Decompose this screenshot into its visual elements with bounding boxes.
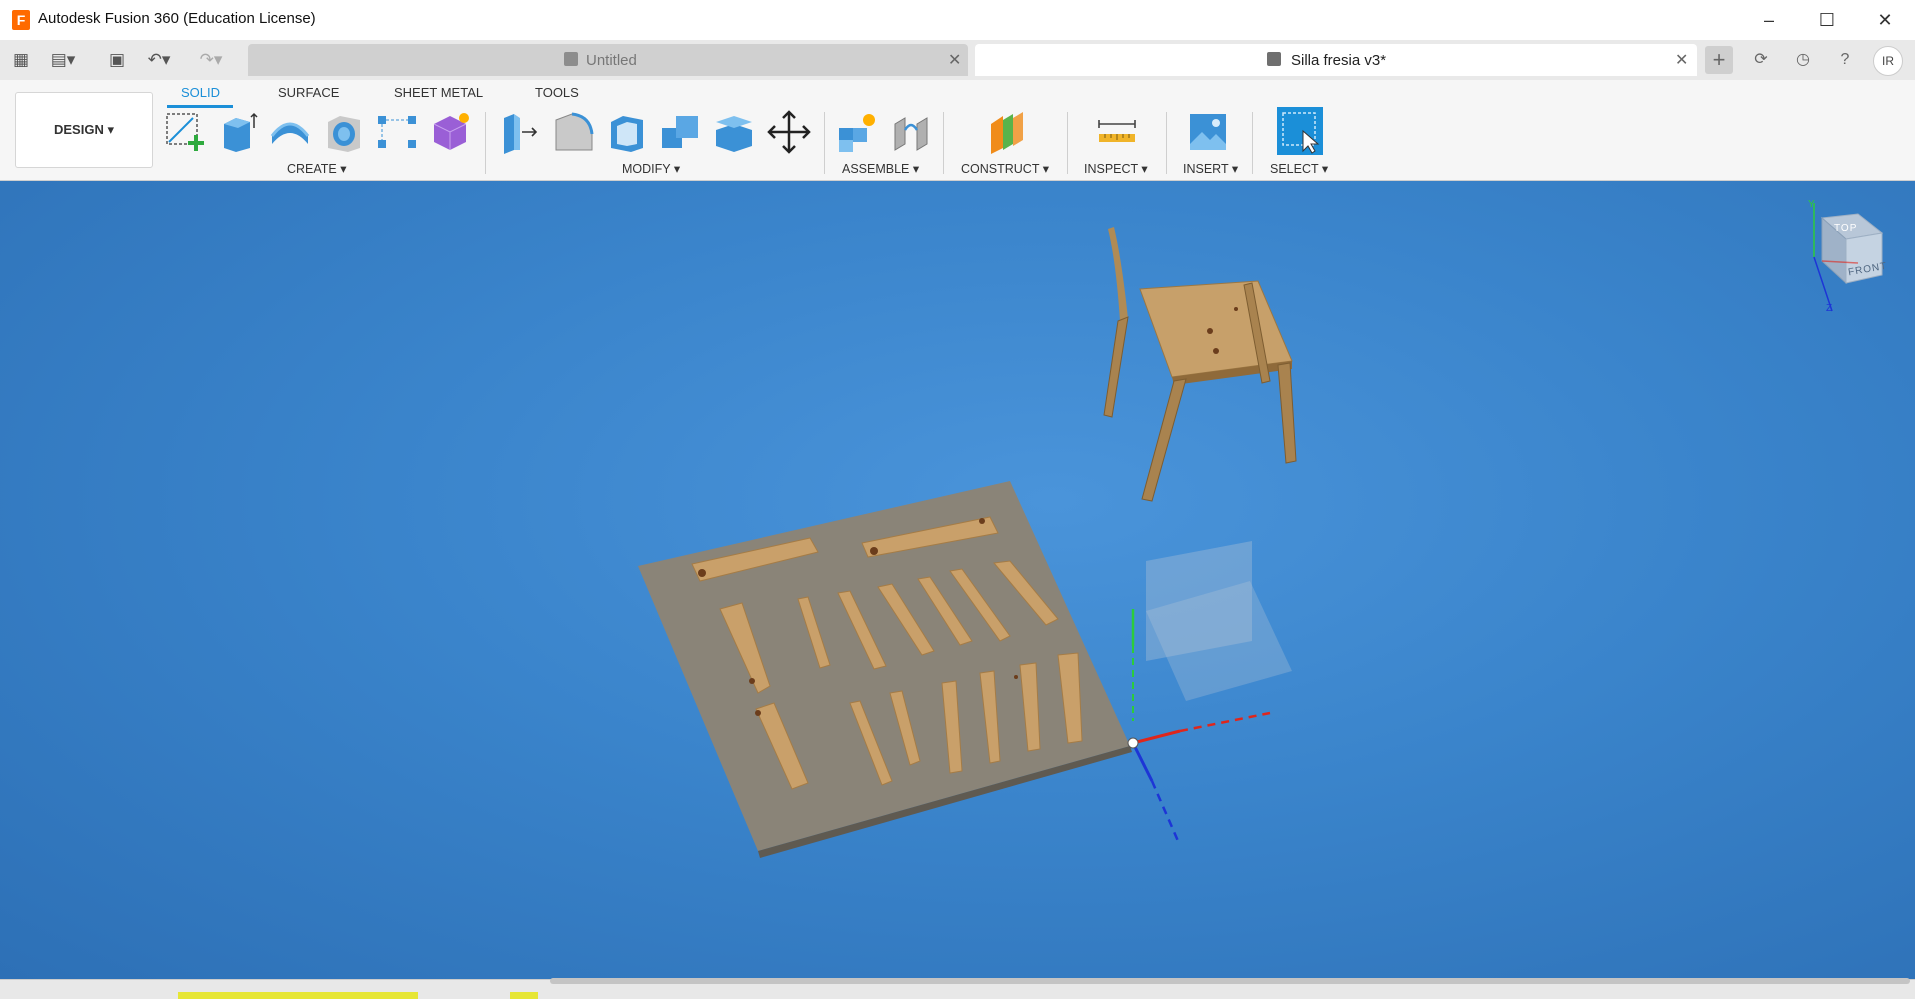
chair-leg-front-left bbox=[1141, 378, 1187, 502]
insert-image-icon[interactable] bbox=[1186, 110, 1230, 154]
select-group-label[interactable]: SELECT ▾ bbox=[1270, 161, 1328, 176]
insert-group-label[interactable]: INSERT ▾ bbox=[1183, 161, 1238, 176]
active-tab-indicator bbox=[167, 105, 233, 108]
job-status-icon[interactable]: ⟳ bbox=[1747, 46, 1775, 74]
x-axis-solid bbox=[1132, 729, 1181, 745]
construct-group-label[interactable]: CONSTRUCT ▾ bbox=[961, 161, 1049, 176]
revolve-icon[interactable] bbox=[268, 110, 312, 154]
toolbar-separator bbox=[485, 112, 486, 174]
z-axis-dashed bbox=[1150, 780, 1180, 842]
workspace-switcher[interactable]: DESIGN ▾ bbox=[15, 92, 153, 168]
assemble-group-label[interactable]: ASSEMBLE ▾ bbox=[842, 161, 919, 176]
chair-leg-back-left bbox=[1103, 316, 1129, 418]
tab-sheet-metal[interactable]: SHEET METAL bbox=[394, 85, 483, 100]
minimize-button[interactable]: – bbox=[1740, 0, 1798, 40]
create-sketch-icon[interactable] bbox=[163, 110, 207, 154]
toolbar-separator bbox=[943, 112, 944, 174]
select-tool-icon[interactable] bbox=[1277, 107, 1323, 155]
tab-untitled[interactable]: Untitled ✕ bbox=[248, 44, 968, 76]
origin-point bbox=[1127, 737, 1139, 749]
redo-icon[interactable]: ↷▾ bbox=[198, 48, 224, 72]
chair-leg-front-right bbox=[1277, 362, 1297, 464]
toolbar-separator bbox=[1166, 112, 1167, 174]
toolbar-separator bbox=[1252, 112, 1253, 174]
viewcube-axis-z: Z bbox=[1826, 303, 1833, 314]
chair-backrest bbox=[1108, 227, 1128, 321]
scene-canvas bbox=[638, 203, 1884, 858]
new-component-icon[interactable] bbox=[835, 110, 879, 154]
undo-icon[interactable]: ↶▾ bbox=[146, 48, 172, 72]
title-bar: F Autodesk Fusion 360 (Education License… bbox=[0, 0, 1915, 41]
viewport-scrollbar[interactable] bbox=[550, 978, 1910, 984]
measure-icon[interactable] bbox=[1095, 110, 1139, 154]
cnc-plate-with-parts bbox=[638, 481, 1132, 858]
chair-model bbox=[1103, 227, 1297, 502]
extrude-icon[interactable] bbox=[216, 110, 260, 154]
fusion-app-icon: F bbox=[12, 10, 30, 30]
save-icon[interactable]: ▣ bbox=[104, 48, 130, 72]
viewcube-axis-y: Y bbox=[1808, 199, 1815, 210]
viewcube-top-label[interactable]: TOP bbox=[1834, 223, 1857, 234]
notifications-clock-icon[interactable]: ◷ bbox=[1789, 46, 1817, 74]
window-title: Autodesk Fusion 360 (Education License) bbox=[38, 10, 316, 27]
component-icon bbox=[1267, 52, 1281, 66]
hole-icon[interactable] bbox=[322, 110, 366, 154]
file-menu-icon[interactable]: ▤▾ bbox=[50, 48, 76, 72]
tab-surface[interactable]: SURFACE bbox=[278, 85, 339, 100]
toolbar-separator bbox=[824, 112, 825, 174]
offset-face-icon[interactable] bbox=[712, 110, 756, 154]
tab-label: Untitled bbox=[586, 52, 637, 69]
toolbar-separator bbox=[1067, 112, 1068, 174]
modify-group-label[interactable]: MODIFY ▾ bbox=[622, 161, 680, 176]
close-tab-icon[interactable]: ✕ bbox=[1675, 50, 1688, 70]
origin-triad bbox=[1127, 541, 1292, 842]
document-tab-row: ▦ ▤▾ ▣ ↶▾ ↷▾ Untitled ✕ Silla fresia v3*… bbox=[0, 40, 1915, 80]
3d-viewport[interactable]: TOP FRONT Y Z bbox=[0, 181, 1915, 979]
tab-tools[interactable]: TOOLS bbox=[535, 85, 579, 100]
help-icon[interactable]: ? bbox=[1831, 46, 1859, 74]
create-group-label[interactable]: CREATE ▾ bbox=[287, 161, 347, 176]
new-tab-button[interactable]: + bbox=[1705, 46, 1733, 74]
x-axis-dashed bbox=[1179, 711, 1271, 733]
fillet-icon[interactable] bbox=[552, 110, 596, 154]
press-pull-icon[interactable] bbox=[498, 110, 542, 154]
maximize-button[interactable]: ☐ bbox=[1798, 0, 1856, 40]
profile-avatar[interactable]: IR bbox=[1873, 46, 1903, 76]
component-icon bbox=[564, 52, 578, 66]
create-form-icon[interactable] bbox=[428, 110, 472, 154]
close-window-button[interactable]: ✕ bbox=[1856, 0, 1914, 40]
tab-silla-fresia[interactable]: Silla fresia v3* ✕ bbox=[975, 44, 1697, 76]
joint-icon[interactable] bbox=[889, 110, 933, 154]
close-tab-icon[interactable]: ✕ bbox=[948, 50, 961, 70]
move-copy-icon[interactable] bbox=[767, 110, 811, 154]
view-cube bbox=[1813, 203, 1884, 312]
inspect-group-label[interactable]: INSPECT ▾ bbox=[1084, 161, 1148, 176]
chair-seat bbox=[1139, 280, 1293, 378]
tab-label: Silla fresia v3* bbox=[1291, 52, 1387, 69]
combine-icon[interactable] bbox=[658, 110, 702, 154]
tab-solid[interactable]: SOLID bbox=[181, 85, 220, 100]
z-axis-solid bbox=[1131, 742, 1154, 782]
pattern-icon[interactable] bbox=[375, 110, 419, 154]
data-panel-grid-icon[interactable]: ▦ bbox=[8, 48, 34, 72]
offset-plane-icon[interactable] bbox=[985, 110, 1029, 154]
shell-icon[interactable] bbox=[605, 110, 649, 154]
